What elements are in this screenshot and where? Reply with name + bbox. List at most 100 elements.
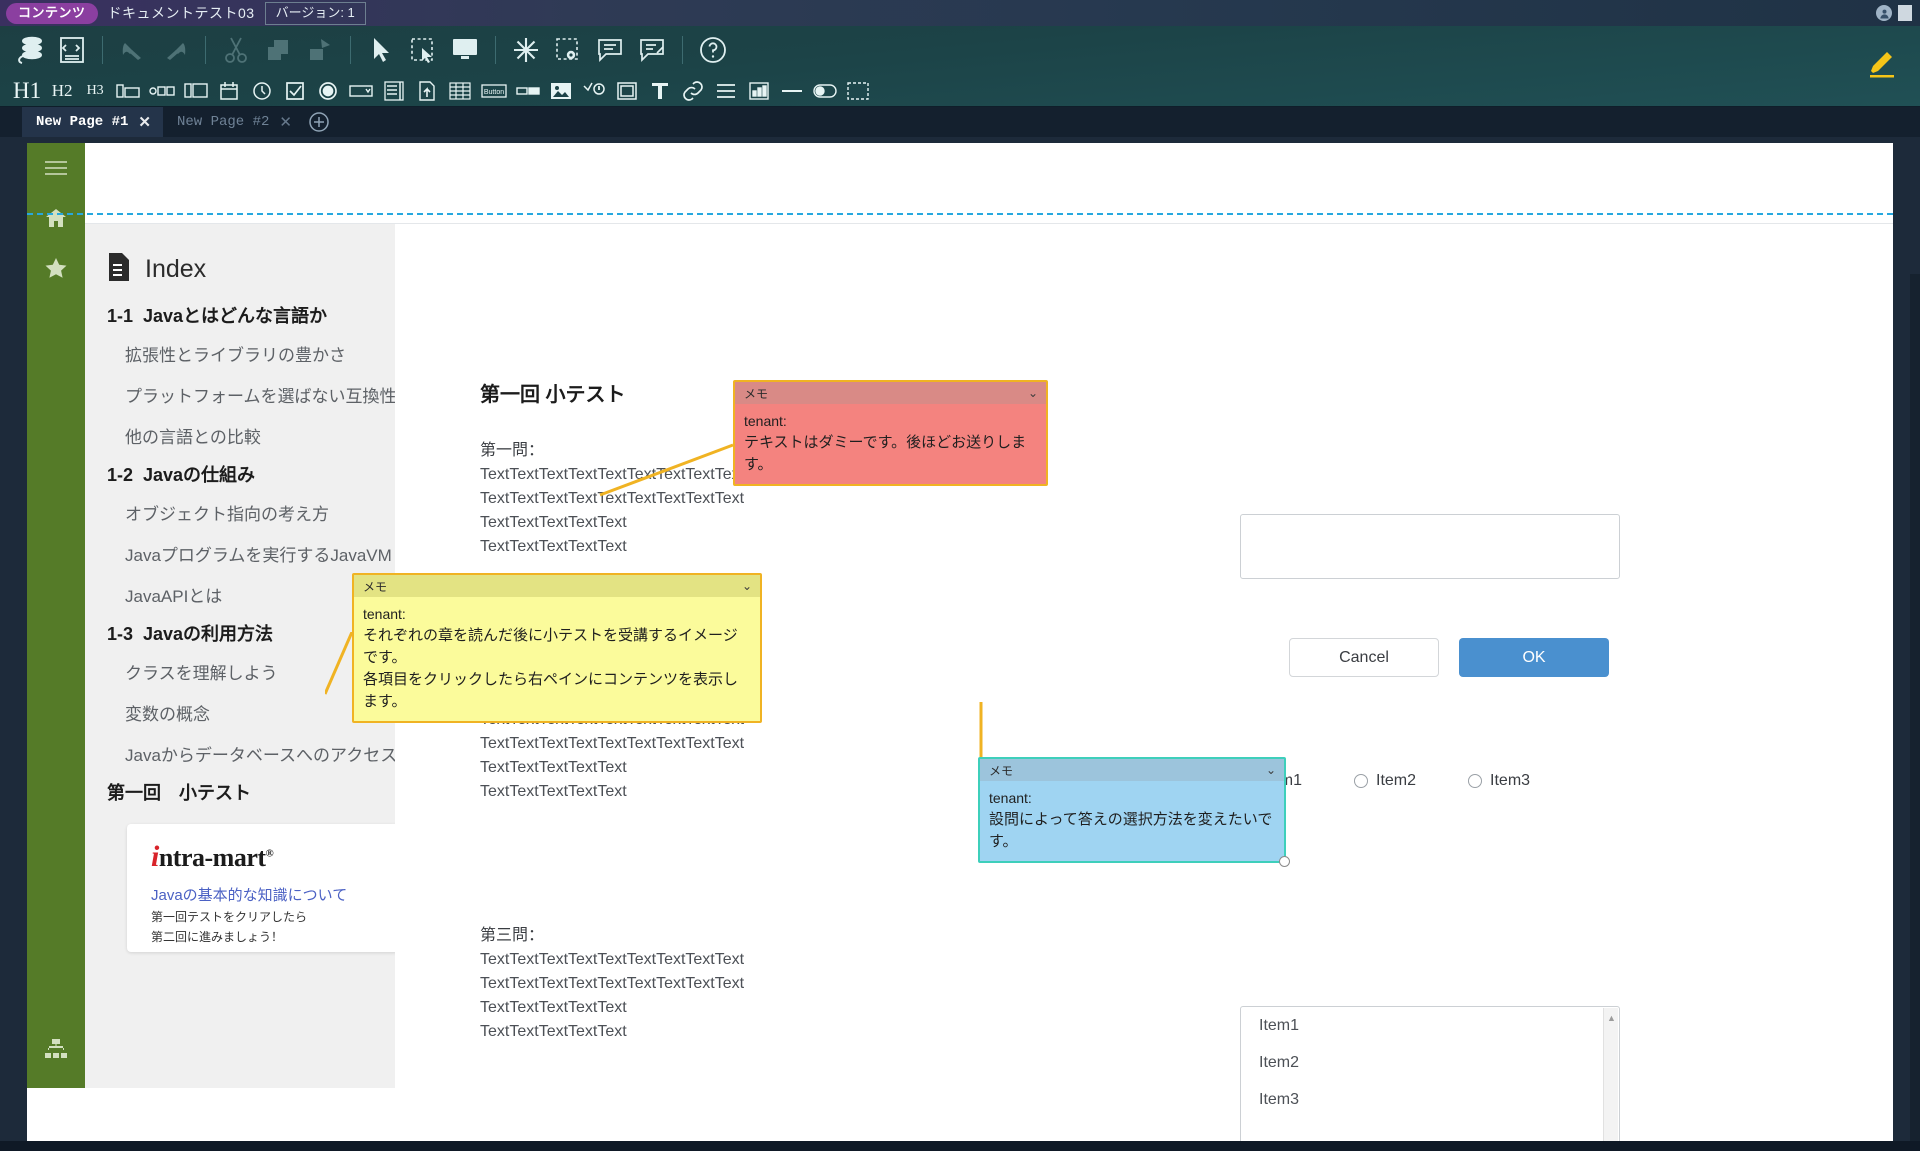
ok-button[interactable]: OK [1459, 638, 1609, 677]
listbox-icon[interactable] [379, 77, 409, 105]
index-promo-card[interactable]: intra-mart® Javaの基本的な知識について 第一回テストをクリアした… [127, 824, 399, 952]
memo-red[interactable]: メモ ⌄ tenant: テキストはダミーです。後ほどお送りします。 [733, 380, 1048, 486]
home-icon[interactable] [27, 193, 85, 243]
app-window-icon[interactable] [1898, 5, 1912, 21]
index-item-quiz[interactable]: 第一回 小テスト [85, 774, 395, 810]
radio-icon[interactable] [313, 77, 343, 105]
memo-blue-resize-handle[interactable] [1279, 856, 1290, 867]
chevron-down-icon[interactable]: ⌄ [1028, 386, 1038, 400]
source-code-icon[interactable] [52, 30, 92, 70]
heading3-label[interactable]: H3 [80, 77, 110, 105]
left-icon-rail [27, 143, 85, 1088]
undo-icon[interactable] [113, 30, 153, 70]
button-icon[interactable]: Button [478, 77, 510, 105]
marquee-select-icon[interactable] [403, 30, 443, 70]
index-item-compatibility[interactable]: プラットフォームを選ばない互換性 [85, 374, 397, 415]
redo-icon[interactable] [155, 30, 195, 70]
page-tab-2-close-icon[interactable]: ✕ [279, 113, 292, 132]
file-upload-icon[interactable] [412, 77, 442, 105]
memo-yellow-header[interactable]: メモ ⌄ [354, 575, 760, 597]
sitemap-icon[interactable] [27, 1024, 85, 1074]
bar-chart-icon[interactable] [744, 77, 774, 105]
promo-card-link[interactable]: Javaの基本的な知識について [151, 884, 399, 905]
heading2-label[interactable]: H2 [47, 77, 77, 105]
menu-icon[interactable] [27, 143, 85, 193]
answer-listbox[interactable]: Item1 Item2 Item3 ▲ ▼ [1240, 1006, 1620, 1151]
paste-icon[interactable] [300, 30, 340, 70]
editor-canvas[interactable]: ← 第一回 Javaの基本と仕組み 〜入門編〜 Search ? ⟳ [0, 137, 1920, 1151]
cancel-button[interactable]: Cancel [1289, 638, 1439, 677]
answer-textarea[interactable] [1240, 514, 1620, 579]
pointer-icon[interactable] [361, 30, 401, 70]
text-icon[interactable] [645, 77, 675, 105]
selection-settings-icon[interactable] [548, 30, 588, 70]
copy-icon[interactable] [258, 30, 298, 70]
cut-icon[interactable] [216, 30, 256, 70]
radio-item2[interactable]: Item2 [1354, 772, 1416, 790]
table-icon[interactable] [445, 77, 475, 105]
index-item-1-3[interactable]: 1-3 Javaの利用方法 [85, 615, 395, 651]
add-page-icon[interactable] [304, 107, 334, 137]
index-item-oop[interactable]: オブジェクト指向の考え方 [85, 492, 395, 533]
checkbox-icon[interactable] [280, 77, 310, 105]
star-icon[interactable] [27, 243, 85, 293]
svg-text:Button: Button [484, 89, 504, 96]
comment-settings-icon[interactable] [632, 30, 672, 70]
index-item-database[interactable]: Javaからデータベースへのアクセス [85, 733, 397, 774]
scroll-up-icon[interactable]: ▲ [1604, 1010, 1619, 1025]
placeholder-icon[interactable] [843, 77, 873, 105]
canvas-scrollbar[interactable] [1910, 274, 1920, 1151]
intra-mart-logo: intra-mart® [151, 840, 399, 874]
index-item-expandability[interactable]: 拡張性とライブラリの豊かさ [85, 333, 395, 374]
image-icon[interactable] [546, 77, 576, 105]
rail-bottom-group [27, 1024, 85, 1074]
index-item-class[interactable]: クラスを理解しよう [85, 651, 395, 692]
date-picker-icon[interactable] [214, 77, 244, 105]
listbox-item-1[interactable]: Item1 [1241, 1007, 1619, 1044]
textbox-icon[interactable] [113, 77, 143, 105]
user-account-icon[interactable] [1876, 5, 1892, 21]
index-item-1-2[interactable]: 1-2 Javaの仕組み [85, 456, 395, 492]
page-tab-1-close-icon[interactable]: ✕ [138, 113, 151, 132]
title-bar: コンテンツ ドキュメントテスト03 バージョン: 1 [0, 0, 1920, 26]
page-tab-1[interactable]: New Page #1 ✕ [22, 107, 163, 137]
document-icon [107, 252, 131, 287]
page-tab-2[interactable]: New Page #2 ✕ [163, 107, 304, 137]
heading1-label[interactable]: H1 [10, 77, 44, 105]
radio-item3[interactable]: Item3 [1468, 772, 1530, 790]
chevron-down-icon[interactable]: ⌄ [1266, 763, 1276, 777]
listbox-scrollbar[interactable]: ▲ ▼ [1603, 1008, 1618, 1151]
radio-item2-dot[interactable] [1354, 774, 1369, 788]
index-item-comparison[interactable]: 他の言語との比較 [85, 415, 395, 456]
sparkle-icon[interactable] [506, 30, 546, 70]
radio-item3-dot[interactable] [1468, 774, 1483, 788]
panel-icon[interactable] [612, 77, 642, 105]
memo-red-header[interactable]: メモ ⌄ [735, 382, 1046, 404]
slider-icon[interactable] [513, 77, 543, 105]
memo-blue-header[interactable]: メモ ⌄ [980, 759, 1284, 781]
preview-monitor-icon[interactable] [445, 30, 485, 70]
input-field-icon[interactable] [146, 77, 178, 105]
index-item-variables[interactable]: 変数の概念 [85, 692, 395, 733]
time-picker-icon[interactable] [247, 77, 277, 105]
select-icon[interactable] [346, 77, 376, 105]
comment-icon[interactable] [590, 30, 630, 70]
publish-icon[interactable] [10, 30, 50, 70]
content-type-badge: コンテンツ [6, 2, 98, 24]
index-item-javavm[interactable]: Javaプログラムを実行するJavaVM [85, 533, 395, 574]
index-item-javaapi[interactable]: JavaAPIとは [85, 574, 395, 615]
listbox-item-2[interactable]: Item2 [1241, 1044, 1619, 1081]
memo-yellow[interactable]: メモ ⌄ tenant: それぞれの章を読んだ後に小テストを受講するイメージです… [352, 573, 762, 723]
chevron-down-icon[interactable]: ⌄ [742, 579, 752, 593]
index-item-1-1[interactable]: 1-1 Javaとはどんな言語か [85, 297, 395, 333]
textarea-icon[interactable] [181, 77, 211, 105]
toggle-icon[interactable] [810, 77, 840, 105]
list-icon[interactable] [711, 77, 741, 105]
chart-icon[interactable] [579, 77, 609, 105]
listbox-item-3[interactable]: Item3 [1241, 1081, 1619, 1118]
help-icon[interactable] [693, 30, 733, 70]
memo-blue[interactable]: メモ ⌄ tenant: 設問によって答えの選択方法を変えたいです。 [978, 757, 1290, 867]
divider-icon[interactable] [777, 77, 807, 105]
link-icon[interactable] [678, 77, 708, 105]
edit-pen-icon[interactable] [1862, 32, 1902, 96]
